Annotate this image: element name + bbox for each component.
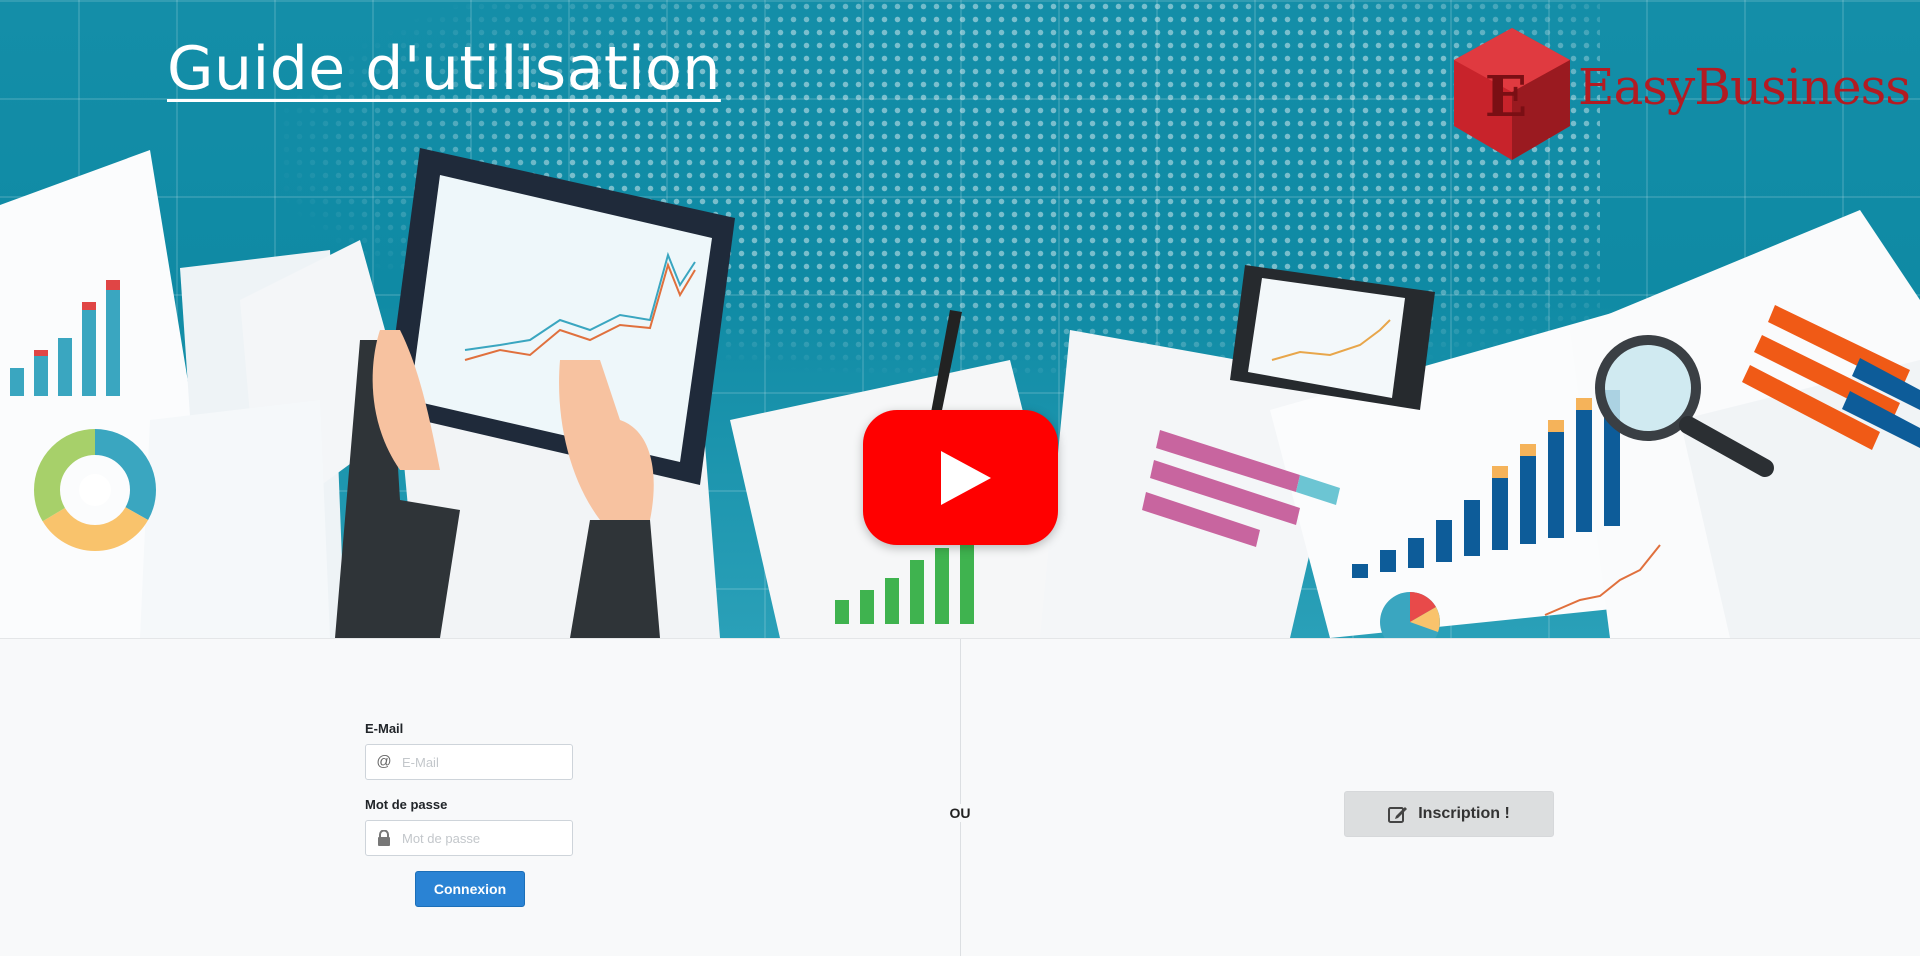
password-label: Mot de passe — [365, 797, 448, 812]
password-input[interactable] — [402, 821, 566, 855]
password-input-group — [365, 820, 573, 856]
or-separator: OU — [940, 804, 980, 822]
login-panel: OU E-Mail @ Mot de passe Connexion Inscr… — [0, 638, 1920, 956]
register-button[interactable]: Inscription ! — [1344, 791, 1554, 837]
page-title: Guide d'utilisation — [167, 34, 721, 104]
brand-name: EasyBusiness — [1578, 58, 1911, 116]
youtube-play-icon — [941, 451, 991, 505]
register-button-label: Inscription ! — [1418, 805, 1510, 822]
brand-logo-letter: E — [1485, 64, 1528, 130]
lock-icon — [375, 829, 393, 847]
login-button[interactable]: Connexion — [415, 871, 525, 907]
email-input-group: @ — [365, 744, 573, 780]
at-icon: @ — [376, 753, 392, 770]
brand-logo: E EasyBusiness — [1450, 24, 1920, 164]
hero-banner: Guide d'utilisation E EasyBusiness — [0, 0, 1920, 638]
email-label: E-Mail — [365, 721, 404, 736]
column-divider — [960, 639, 961, 956]
youtube-play-button[interactable] — [863, 410, 1058, 545]
edit-icon — [1388, 807, 1408, 823]
email-input[interactable] — [402, 745, 566, 779]
cube-logo-icon: E — [1454, 28, 1570, 160]
